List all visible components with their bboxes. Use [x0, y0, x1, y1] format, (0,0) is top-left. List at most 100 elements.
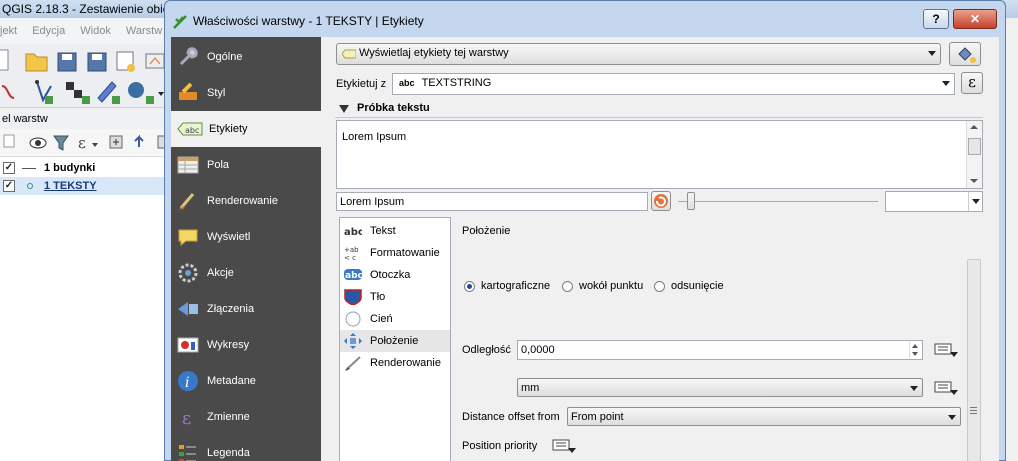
join-icon	[178, 302, 198, 316]
subtab-placement[interactable]: Położenie	[340, 330, 450, 352]
subtab-text[interactable]: abc Tekst	[340, 220, 450, 242]
offset-from-select[interactable]: From point	[567, 407, 961, 426]
pan-map-icon[interactable]	[1, 85, 15, 99]
arrow-up-icon	[970, 125, 978, 129]
scroll-thumb[interactable]	[967, 259, 981, 461]
filter-expression-icon[interactable]: ε	[78, 134, 98, 152]
sidebar-item-variables[interactable]: ε Zmienne	[171, 399, 321, 435]
arrow-down-icon	[970, 179, 978, 183]
main-toolbar	[0, 44, 175, 78]
text-sample-preview: Lorem Ipsum	[336, 120, 983, 189]
layer-row-teksty[interactable]: ✓ 1 TEKSTY	[0, 177, 175, 195]
preview-scrollbar[interactable]	[966, 121, 982, 188]
unit-data-defined-button[interactable]	[933, 379, 959, 397]
background-color-select[interactable]	[885, 191, 983, 212]
radio-label: wokół punktu	[579, 280, 644, 292]
layer-properties-dialog: Właściwości warstwy - 1 TEKSTY | Etykiet…	[164, 0, 1006, 461]
arrow-down-icon	[912, 352, 918, 356]
radio-offset[interactable]	[654, 281, 665, 292]
sidebar-item-labels[interactable]: abc Etykiety	[171, 111, 321, 147]
sidebar-item-style[interactable]: Styl	[171, 75, 321, 111]
save-project-icon[interactable]	[57, 52, 77, 72]
collapse-all-icon[interactable]	[134, 134, 144, 147]
sidebar-item-actions[interactable]: Akcje	[171, 255, 321, 291]
add-vertex-icon[interactable]	[35, 80, 53, 104]
menu-project[interactable]: jekt	[0, 25, 17, 37]
radio-label: odsunięcie	[671, 280, 724, 292]
layer-visibility-checkbox[interactable]: ✓	[3, 180, 15, 192]
add-group-icon[interactable]	[3, 134, 15, 148]
radio-cartographic[interactable]	[464, 281, 475, 292]
sidebar-item-rendering[interactable]: Renderowanie	[171, 183, 321, 219]
shadow-icon	[345, 311, 361, 327]
sidebar-item-diagrams[interactable]: Wykresy	[171, 327, 321, 363]
speech-bubble-icon	[178, 229, 198, 247]
expression-button[interactable]: ε	[961, 72, 983, 94]
scale-slider-track[interactable]	[678, 201, 878, 202]
undo-icon	[654, 194, 668, 208]
sidebar-item-general[interactable]: Ogólne	[171, 39, 321, 75]
add-feature-icon[interactable]	[97, 81, 120, 104]
close-button[interactable]: ✕	[953, 9, 997, 29]
filter-icon[interactable]	[53, 135, 69, 151]
menu-edit[interactable]: Edycja	[32, 25, 65, 37]
expand-all-icon[interactable]	[109, 135, 123, 149]
menu-view[interactable]: Widok	[80, 25, 111, 37]
abc-text-icon: abc	[344, 227, 362, 238]
delete-vertex-icon[interactable]	[66, 82, 90, 104]
scale-slider-handle[interactable]	[687, 192, 695, 210]
subtab-formatting[interactable]: +ab < c Formatowanie	[340, 242, 450, 264]
reset-sample-button[interactable]	[651, 191, 671, 211]
priority-data-defined-button[interactable]	[551, 437, 577, 455]
label-mode-select[interactable]: Wyświetlaj etykiety tej warstwy	[336, 43, 941, 65]
subtab-shadow[interactable]: Cień	[340, 308, 450, 330]
brush-icon	[179, 193, 195, 210]
layer-row-budynki[interactable]: ✓ 1 budynki	[0, 159, 175, 177]
distance-spinbox[interactable]: 0,0000	[517, 340, 923, 360]
distance-unit-select[interactable]: mm	[517, 378, 923, 397]
add-db-layer-icon[interactable]	[128, 82, 164, 104]
subtab-background[interactable]: Tło	[340, 286, 450, 308]
sidebar-item-metadata[interactable]: i Metadane	[171, 363, 321, 399]
sidebar-item-display[interactable]: Wyświetl	[171, 219, 321, 255]
svg-text:< c: < c	[344, 254, 356, 261]
background-shield-icon	[344, 289, 362, 305]
help-button[interactable]: ?	[923, 9, 949, 29]
layer-visibility-checkbox[interactable]: ✓	[3, 162, 15, 174]
new-project-icon[interactable]	[0, 49, 9, 71]
distance-data-defined-button[interactable]	[933, 341, 959, 359]
spinbox-arrows[interactable]	[909, 342, 921, 358]
save-as-icon[interactable]	[87, 52, 107, 72]
sidebar-item-joins[interactable]: Złączenia	[171, 291, 321, 327]
scroll-thumb[interactable]	[968, 138, 981, 155]
layers-list: ✓ 1 budynki ✓ 1 TEKSTY	[0, 157, 175, 461]
subtab-rendering[interactable]: Renderowanie	[340, 352, 450, 374]
label-settings-tabs: abc Tekst +ab < c Formatowanie abc Otoczk…	[339, 217, 451, 461]
rule-based-button[interactable]	[949, 42, 981, 66]
radio-around-point[interactable]	[562, 281, 573, 292]
sidebar-item-legend[interactable]: Legenda	[171, 435, 321, 461]
sample-header: Próbka tekstu	[357, 102, 430, 114]
chevron-down-icon	[948, 415, 956, 420]
data-defined-icon	[934, 381, 958, 395]
sample-text-input[interactable]: Lorem Ipsum	[336, 192, 648, 211]
radio-label: kartograficzne	[481, 280, 551, 292]
svg-text:abc: abc	[345, 271, 362, 281]
offset-from-label: Distance offset from	[462, 411, 560, 423]
layer-name: 1 budynki	[44, 162, 96, 174]
composer-manager-icon[interactable]	[145, 53, 165, 69]
data-defined-icon	[958, 47, 976, 63]
table-icon	[177, 156, 199, 174]
placement-scrollbar[interactable]	[966, 259, 982, 461]
layer-name: 1 TEKSTY	[44, 180, 97, 192]
buffer-icon: abc	[344, 269, 362, 281]
subtab-buffer[interactable]: abc Otoczka	[340, 264, 450, 286]
menu-layer[interactable]: Warstw	[126, 25, 162, 37]
sample-collapse-toggle[interactable]	[339, 105, 349, 113]
label-field-select[interactable]: abc TEXTSTRING	[392, 73, 955, 95]
eye-icon[interactable]	[29, 137, 47, 149]
sidebar-item-fields[interactable]: Pola	[171, 147, 321, 183]
new-print-composer-icon[interactable]	[116, 51, 135, 72]
arrow-up-icon	[912, 344, 918, 348]
open-project-icon[interactable]	[25, 53, 48, 72]
